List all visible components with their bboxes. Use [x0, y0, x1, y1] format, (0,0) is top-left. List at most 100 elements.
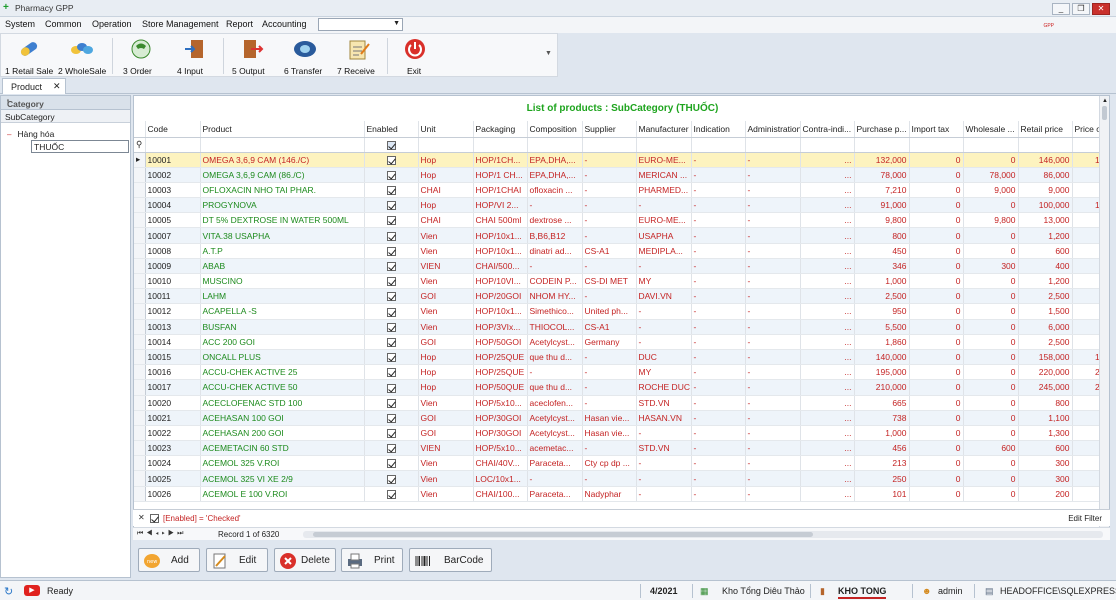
- cell-composition[interactable]: Paraceta...: [527, 455, 583, 472]
- cell-contra-indication[interactable]: ...: [800, 319, 855, 335]
- cell-import-tax[interactable]: 0: [909, 227, 964, 244]
- column-header[interactable]: Packaging: [473, 121, 528, 138]
- cell-purchase-price[interactable]: 450: [854, 243, 910, 259]
- cell-administration[interactable]: -: [745, 470, 801, 487]
- cell-retail-price[interactable]: 400: [1018, 258, 1073, 275]
- filter-cell[interactable]: [800, 137, 855, 153]
- cell-purchase-price[interactable]: 5,500: [854, 319, 910, 335]
- cell-indication[interactable]: -: [691, 410, 746, 426]
- cell-import-tax[interactable]: 0: [909, 486, 964, 502]
- cell-purchase-price[interactable]: 250: [854, 470, 910, 487]
- cell-purchase-price[interactable]: 950: [854, 303, 910, 320]
- cell-import-tax[interactable]: 0: [909, 364, 964, 381]
- cell-packaging[interactable]: HOP/1 CH...: [473, 167, 528, 183]
- cell-packaging[interactable]: CHAI/40V...: [473, 455, 528, 472]
- table-row[interactable]: 10017 ACCU-CHEK ACTIVE 50 Hop HOP/50QUE que …: [134, 379, 1108, 396]
- scroll-up-icon[interactable]: ▲: [1102, 98, 1108, 104]
- ribbon-overflow-icon[interactable]: ▼: [545, 50, 552, 57]
- cell-supplier[interactable]: -: [582, 227, 637, 244]
- filter-cell[interactable]: [473, 137, 528, 153]
- tab-product[interactable]: Product ✕: [2, 78, 66, 94]
- cell-import-tax[interactable]: 0: [909, 303, 964, 320]
- horizontal-scroll-thumb[interactable]: [313, 532, 813, 537]
- cell-retail-price[interactable]: 1,300: [1018, 425, 1073, 442]
- output-button[interactable]: 5 Output: [232, 36, 272, 76]
- exit-button[interactable]: Exit: [401, 36, 429, 76]
- cell-packaging[interactable]: HOP/VI 2...: [473, 197, 528, 214]
- enabled-checkbox[interactable]: [386, 155, 396, 165]
- cell-supplier[interactable]: -: [582, 379, 637, 396]
- cell-packaging[interactable]: LOC/10x1...: [473, 470, 528, 487]
- table-row[interactable]: 10016 ACCU-CHEK ACTIVE 25 Hop HOP/25QUE - - MY…: [134, 364, 1108, 381]
- cell-composition[interactable]: -: [527, 197, 583, 214]
- enabled-checkbox[interactable]: [386, 337, 396, 347]
- category-column-header[interactable]: SubCategory: [1, 110, 130, 123]
- cell-import-tax[interactable]: 0: [909, 440, 964, 457]
- cell-code[interactable]: 10011: [145, 288, 201, 305]
- table-row[interactable]: 10012 ACAPELLA -S Vien HOP/10x1... Simethico…: [134, 303, 1108, 320]
- cell-administration[interactable]: -: [745, 334, 801, 350]
- cell-manufacturer[interactable]: EURO-ME...: [636, 152, 692, 168]
- menu-report[interactable]: Report: [226, 19, 253, 29]
- cell-retail-price[interactable]: 146,000: [1018, 152, 1073, 168]
- cell-wholesale-price[interactable]: 78,000: [963, 167, 1019, 183]
- cell-product[interactable]: DT 5% DEXTROSE IN WATER 500ML: [200, 212, 365, 229]
- cell-contra-indication[interactable]: ...: [800, 455, 855, 472]
- cell-composition[interactable]: Acetylcyst...: [527, 425, 583, 442]
- cell-code[interactable]: 10004: [145, 197, 201, 214]
- cell-unit[interactable]: GOI: [418, 334, 474, 350]
- menu-accounting[interactable]: Accounting: [262, 19, 307, 29]
- cell-purchase-price[interactable]: 195,000: [854, 364, 910, 381]
- filter-cell[interactable]: [909, 137, 964, 153]
- cell-administration[interactable]: -: [745, 288, 801, 305]
- cell-enabled[interactable]: [364, 243, 419, 259]
- cell-supplier[interactable]: CS-A1: [582, 319, 637, 335]
- cell-contra-indication[interactable]: ...: [800, 243, 855, 259]
- cell-unit[interactable]: Vien: [418, 470, 474, 487]
- transfer-button[interactable]: 6 Transfer: [284, 36, 326, 76]
- cell-unit[interactable]: Hop: [418, 152, 474, 168]
- cell-purchase-price[interactable]: 1,000: [854, 273, 910, 290]
- tree-node-thuoc[interactable]: THUỐC: [31, 140, 129, 153]
- column-header[interactable]: Manufacturer: [636, 121, 692, 138]
- cell-packaging[interactable]: HOP/30GOI: [473, 410, 528, 426]
- cell-supplier[interactable]: -: [582, 364, 637, 381]
- cell-packaging[interactable]: HOP/50GOI: [473, 334, 528, 350]
- cell-manufacturer[interactable]: -: [636, 486, 692, 502]
- cell-product[interactable]: ACECLOFENAC STD 100: [200, 395, 365, 411]
- cell-code[interactable]: 10002: [145, 167, 201, 183]
- close-icon[interactable]: ✕: [53, 81, 61, 92]
- cell-wholesale-price[interactable]: 0: [963, 349, 1019, 366]
- cell-packaging[interactable]: CHAI 500ml: [473, 212, 528, 229]
- cell-enabled[interactable]: [364, 303, 419, 320]
- close-button[interactable]: ✕: [1092, 3, 1110, 15]
- cell-purchase-price[interactable]: 91,000: [854, 197, 910, 214]
- cell-contra-indication[interactable]: ...: [800, 212, 855, 229]
- table-row[interactable]: 10026 ACEMOL E 100 V.ROI Vien CHAI/100... Pa…: [134, 486, 1108, 502]
- cell-purchase-price[interactable]: 132,000: [854, 152, 910, 168]
- cell-retail-price[interactable]: 220,000: [1018, 364, 1073, 381]
- cell-code[interactable]: 10016: [145, 364, 201, 381]
- enabled-checkbox[interactable]: [386, 277, 396, 287]
- cell-manufacturer[interactable]: -: [636, 303, 692, 320]
- cell-supplier[interactable]: Nadyphar: [582, 486, 637, 502]
- cell-enabled[interactable]: [364, 334, 419, 350]
- cell-manufacturer[interactable]: -: [636, 334, 692, 350]
- cell-import-tax[interactable]: 0: [909, 212, 964, 229]
- cell-code[interactable]: 10005: [145, 212, 201, 229]
- column-header[interactable]: Product: [200, 121, 365, 138]
- edit-filter-button[interactable]: Edit Filter: [1068, 514, 1102, 523]
- cell-wholesale-price[interactable]: 0: [963, 410, 1019, 426]
- cell-wholesale-price[interactable]: 0: [963, 425, 1019, 442]
- cell-composition[interactable]: Simethico...: [527, 303, 583, 320]
- cell-retail-price[interactable]: 200: [1018, 486, 1073, 502]
- cell-enabled[interactable]: [364, 182, 419, 199]
- cell-administration[interactable]: -: [745, 197, 801, 214]
- cell-manufacturer[interactable]: -: [636, 455, 692, 472]
- cell-import-tax[interactable]: 0: [909, 288, 964, 305]
- cell-supplier[interactable]: CS-DI MET: [582, 273, 637, 290]
- cell-manufacturer[interactable]: ROCHE DUC: [636, 379, 692, 396]
- cell-wholesale-price[interactable]: 600: [963, 440, 1019, 457]
- enabled-checkbox[interactable]: [386, 201, 396, 211]
- cell-unit[interactable]: Vien: [418, 395, 474, 411]
